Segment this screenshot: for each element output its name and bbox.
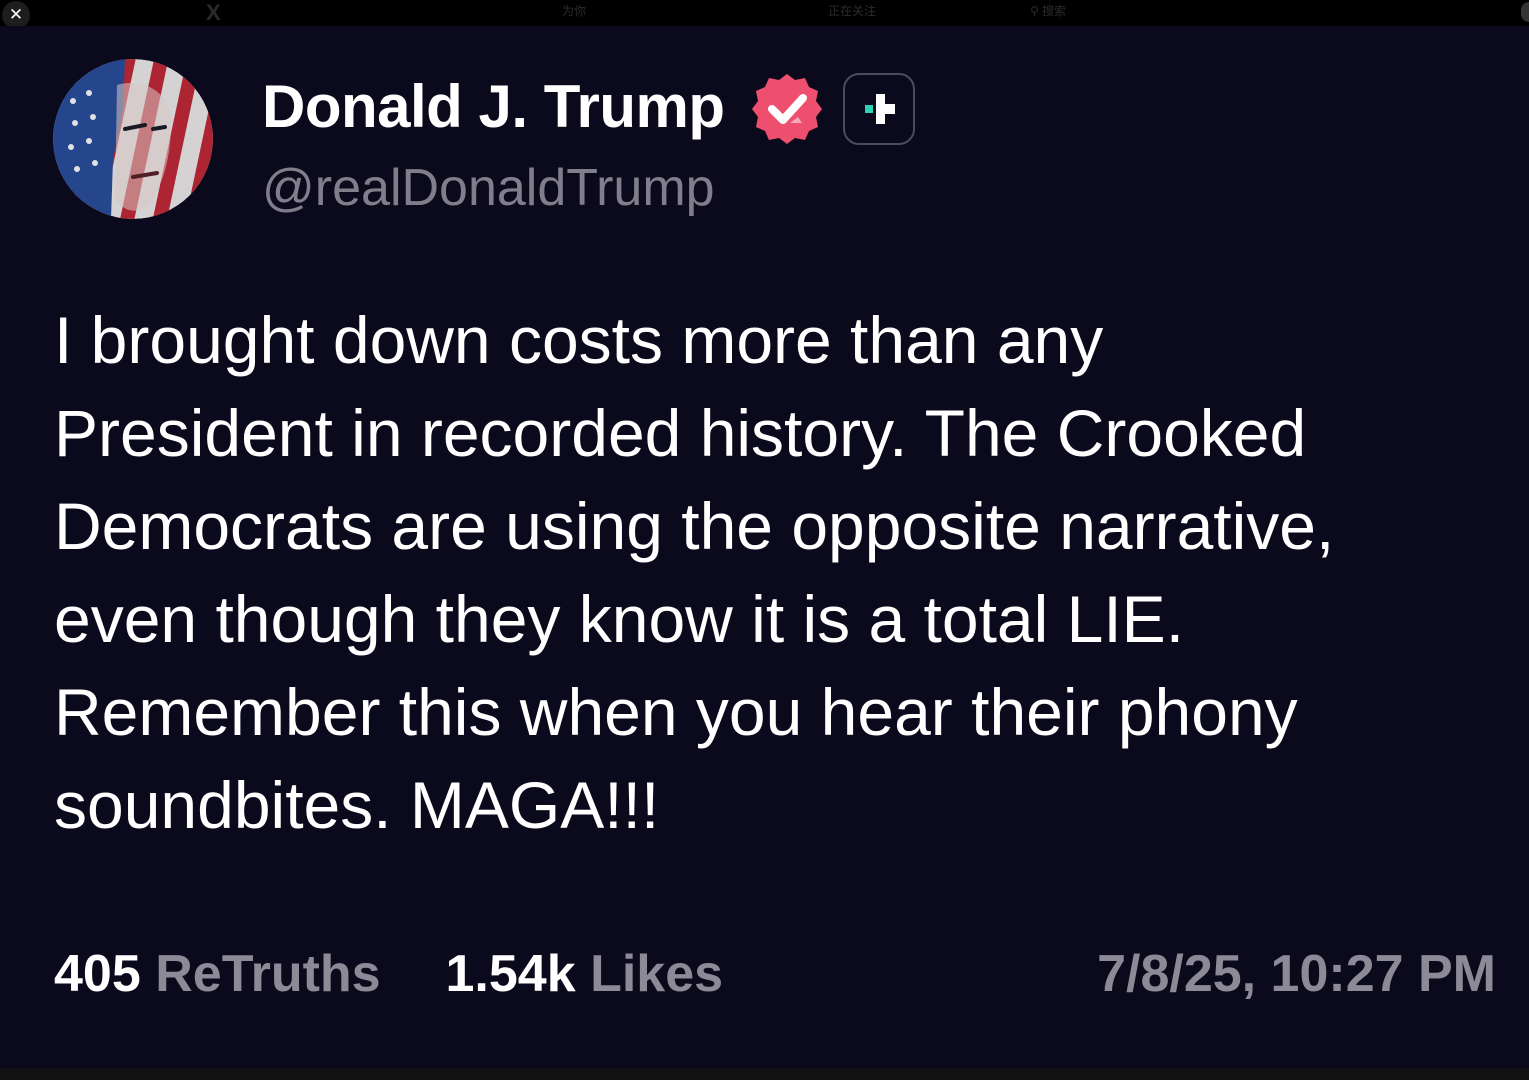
post-stats: 405 ReTruths 1.54k Likes xyxy=(54,944,723,1004)
retruths-count: 405 xyxy=(54,945,141,1003)
retruths-label: ReTruths xyxy=(155,945,381,1003)
browser-top-bar: ✕ X 为你 正在关注 ⚲ 搜索 xyxy=(0,0,1529,29)
likes-label: Likes xyxy=(590,945,724,1003)
post-body-text: I brought down costs more than any Presi… xyxy=(54,303,1335,842)
avatar-flag-portrait-icon xyxy=(53,59,213,219)
bottom-bar xyxy=(0,1068,1529,1080)
search-input[interactable]: ⚲ 搜索 xyxy=(1030,4,1066,18)
search-placeholder: 搜索 xyxy=(1042,4,1067,18)
tab-following[interactable]: 正在关注 xyxy=(828,4,876,18)
search-icon: ⚲ xyxy=(1030,4,1039,18)
avatar[interactable] xyxy=(53,59,213,219)
x-logo[interactable]: X xyxy=(206,2,221,24)
display-name[interactable]: Donald J. Trump xyxy=(262,72,725,141)
close-icon[interactable]: ✕ xyxy=(2,1,30,29)
verified-badge-icon xyxy=(750,71,824,145)
side-panel-handle[interactable] xyxy=(1521,2,1529,22)
truth-plus-icon[interactable] xyxy=(843,73,915,145)
likes-stat[interactable]: 1.54k Likes xyxy=(446,945,724,1003)
tab-for-you[interactable]: 为你 xyxy=(562,4,586,18)
retruths-stat[interactable]: 405 ReTruths xyxy=(54,945,395,1003)
user-handle[interactable]: @realDonaldTrump xyxy=(262,158,715,218)
likes-count: 1.54k xyxy=(445,945,576,1003)
post-timestamp[interactable]: 7/8/25, 10:27 PM xyxy=(1097,944,1496,1004)
